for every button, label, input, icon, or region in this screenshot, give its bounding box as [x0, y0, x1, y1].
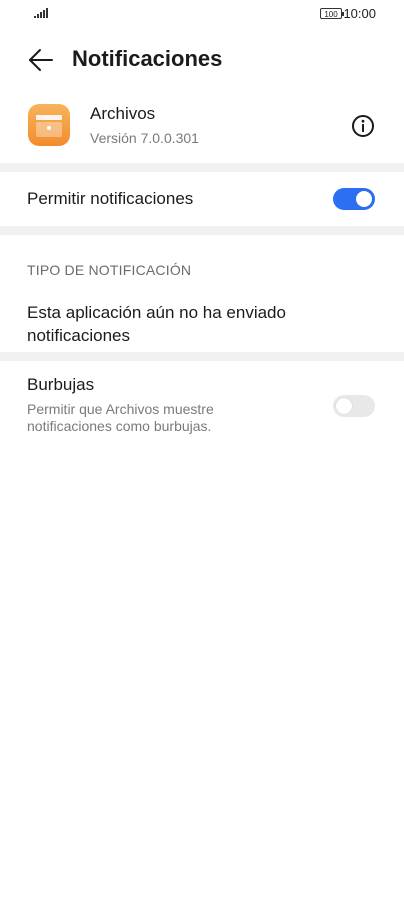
bubbles-toggle[interactable] — [333, 395, 375, 417]
allow-notifications-row[interactable]: Permitir notificaciones — [0, 172, 404, 226]
notification-type-header: TIPO DE NOTIFICACIÓN — [27, 262, 192, 278]
section-divider — [0, 163, 404, 172]
app-info-button[interactable] — [350, 113, 376, 139]
toggle-knob — [336, 398, 352, 414]
bubbles-description: Permitir que Archivos muestre notificaci… — [27, 401, 214, 434]
allow-notifications-label: Permitir notificaciones — [27, 189, 194, 208]
allow-notifications-toggle[interactable] — [333, 188, 375, 210]
section-divider — [0, 226, 404, 235]
status-time: 10:00 — [343, 6, 376, 21]
files-app-icon — [28, 104, 70, 146]
arrow-left-icon — [29, 49, 53, 71]
signal-strength-icon — [34, 8, 48, 18]
page-title: Notificaciones — [72, 46, 223, 71]
status-bar: 100 10:00 — [0, 0, 404, 28]
app-info-row: Archivos Versión 7.0.0.301 — [0, 96, 404, 160]
info-icon — [352, 115, 374, 137]
no-notifications-message: Esta aplicación aún no ha enviado notifi… — [27, 303, 286, 345]
bubbles-title: Burbujas — [27, 375, 95, 394]
app-name: Archivos — [90, 104, 156, 123]
battery-icon: 100 — [320, 8, 344, 19]
back-button[interactable] — [22, 44, 58, 76]
section-divider — [0, 352, 404, 361]
app-bar: Notificaciones — [0, 38, 404, 82]
toggle-knob — [356, 191, 372, 207]
battery-level: 100 — [324, 10, 338, 19]
app-version: Versión 7.0.0.301 — [90, 130, 199, 146]
